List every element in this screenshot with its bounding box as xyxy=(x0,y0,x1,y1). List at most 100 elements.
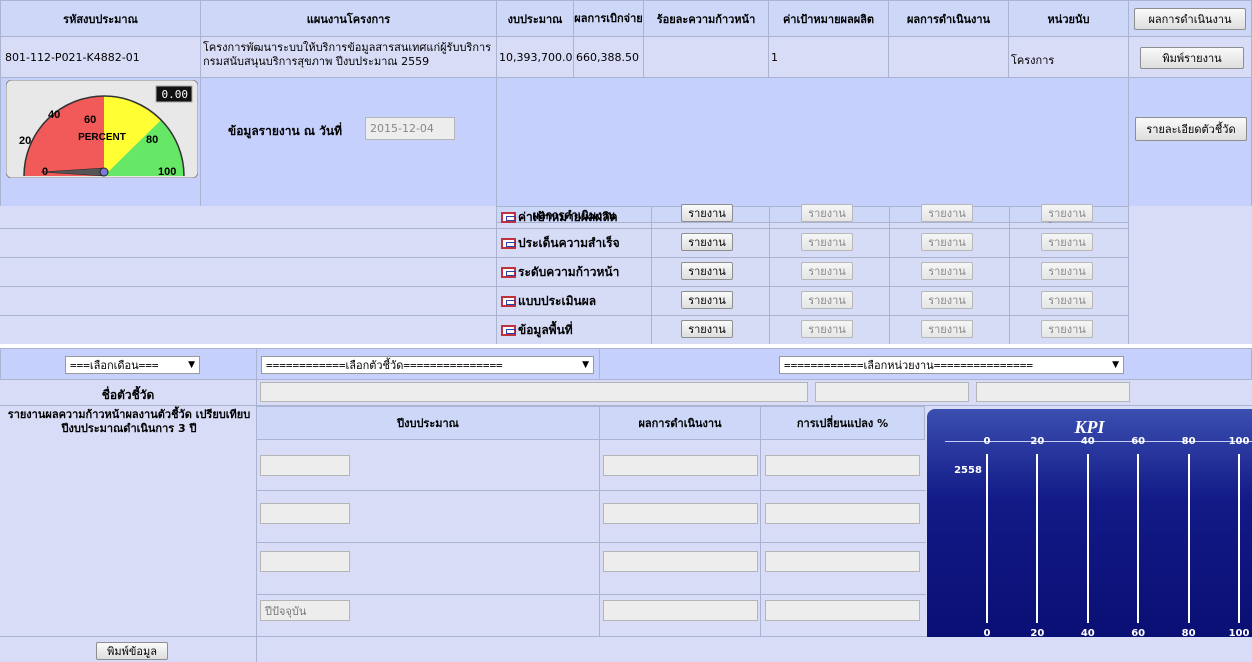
chevron-down-icon: ▼ xyxy=(188,360,195,370)
report-central-btn[interactable]: รายงาน xyxy=(681,320,733,338)
report-province-btn[interactable]: รายงาน xyxy=(801,320,853,338)
compare-label: รายงานผลความก้าวหน้าผลงานตัวชี้วัด เปรีย… xyxy=(7,408,251,435)
report-central-btn[interactable]: รายงาน xyxy=(681,233,733,251)
col-header-change: การเปลี่ยนแปลง % xyxy=(760,406,925,440)
row-cell-progress xyxy=(643,36,769,78)
matrix-row-label: ระดับความก้าวหน้า xyxy=(518,264,620,279)
gauge-label: PERCENT xyxy=(78,132,126,143)
link-evaluation-form[interactable]: แบบประเมินผล xyxy=(501,291,596,311)
report-center-btn[interactable]: รายงาน xyxy=(1041,320,1093,338)
indicator-name-label: ชื่อตัวชี้วัด xyxy=(101,388,155,402)
matrix-row-label: ประเด็นความสำเร็จ xyxy=(518,235,620,250)
change-input-2[interactable] xyxy=(765,503,920,524)
matrix-row-label: แบบประเมินผล xyxy=(518,293,597,308)
month-select[interactable]: ===เลือกเดือน=== ▼ xyxy=(65,356,200,374)
kpi-chart: KPI 0 0 20 20 40 40 60 60 80 80 100 100 2558 xyxy=(927,409,1252,637)
unit-select-value: ============เลือกหน่วยงาน=============== xyxy=(784,359,1034,372)
progress-gauge: 0.00 0 20 40 60 80 100 PERCENT xyxy=(5,79,199,179)
col-header-performance: ผลการดำเนินงาน xyxy=(599,406,761,440)
kpi-tick-label: 100 xyxy=(1228,436,1250,447)
year-input-current[interactable]: ปีปัจจุบัน xyxy=(260,600,350,621)
gauge-tick-40: 40 xyxy=(48,109,60,121)
link-success-criteria[interactable]: ประเด็นความสำเร็จ xyxy=(501,233,620,253)
kpi-tick-label: 80 xyxy=(1181,628,1196,637)
indicator-select-value: ============เลือกตัวชี้วัด==============… xyxy=(266,359,503,372)
gauge-tick-20: 20 xyxy=(19,135,31,147)
report-central-btn[interactable]: รายงาน xyxy=(681,204,733,222)
month-select-value: ===เลือกเดือน=== xyxy=(70,359,159,372)
row-cell-target xyxy=(768,36,889,78)
indicator-select[interactable]: ============เลือกตัวชี้วัด==============… xyxy=(261,356,594,374)
kpi-grid-line xyxy=(1137,454,1140,623)
kpi-tick-label: 20 xyxy=(1030,436,1045,447)
indicator-unit-field[interactable] xyxy=(976,382,1130,402)
row-cell-result xyxy=(888,36,1009,78)
performance-input-1[interactable] xyxy=(603,455,758,476)
report-district-btn[interactable]: รายงาน xyxy=(921,291,973,309)
unit-select[interactable]: ============เลือกหน่วยงาน===============… xyxy=(779,356,1124,374)
change-input-current[interactable] xyxy=(765,600,920,621)
project-table: รหัสงบประมาณ แผนงานโครงการ งบประมาณ ผลกา… xyxy=(0,0,1252,344)
kpi-tick-label: 60 xyxy=(1131,436,1146,447)
kpi-tick-label: 0 xyxy=(983,436,991,447)
link-output-target[interactable]: ค่าเป้าหมายผลผลิต xyxy=(501,207,617,227)
year-input-1[interactable] xyxy=(260,455,350,476)
report-central-btn[interactable]: รายงาน xyxy=(681,262,733,280)
results-button[interactable]: ผลการดำเนินงาน xyxy=(1134,8,1246,30)
col-header-progress: ร้อยละความก้าวหน้า xyxy=(643,0,769,37)
report-center-btn[interactable]: รายงาน xyxy=(1041,262,1093,280)
col-header-year: ปีงบประมาณ xyxy=(256,406,600,440)
indicator-code-field[interactable] xyxy=(815,382,969,402)
report-province-btn[interactable]: รายงาน xyxy=(801,262,853,280)
performance-input-2[interactable] xyxy=(603,503,758,524)
project-budget: 10,393,700.00 xyxy=(499,51,580,64)
print-data-button[interactable]: พิมพ์ข้อมูล xyxy=(96,642,168,660)
report-district-btn[interactable]: รายงาน xyxy=(921,233,973,251)
kpi-category-label: 2558 xyxy=(954,465,982,476)
link-progress-level[interactable]: ระดับความก้าวหน้า xyxy=(501,262,619,282)
project-disbursed: 660,388.50 xyxy=(576,51,639,64)
change-input-1[interactable] xyxy=(765,455,920,476)
indicator-detail-button[interactable]: รายละเอียดตัวชี้วัด xyxy=(1135,117,1247,141)
col-header-budget: งบประมาณ xyxy=(496,0,574,37)
project-code: 801-112-P021-K4882-01 xyxy=(5,51,140,64)
report-district-btn[interactable]: รายงาน xyxy=(921,262,973,280)
report-center-btn[interactable]: รายงาน xyxy=(1041,291,1093,309)
col-header-plan: แผนงานโครงการ xyxy=(200,0,497,37)
kpi-tick-label: 40 xyxy=(1080,628,1095,637)
report-center-btn[interactable]: รายงาน xyxy=(1041,204,1093,222)
report-date-input[interactable]: 2015-12-04 xyxy=(365,117,455,140)
performance-input-current[interactable] xyxy=(603,600,758,621)
performance-input-3[interactable] xyxy=(603,551,758,572)
report-center-btn[interactable]: รายงาน xyxy=(1041,233,1093,251)
indicator-name-field[interactable] xyxy=(260,382,808,402)
link-area-data[interactable]: ข้อมูลพื้นที่ xyxy=(501,320,573,340)
project-target: 1 xyxy=(771,51,778,64)
col-header-code: รหัสงบประมาณ xyxy=(0,0,201,37)
report-province-btn[interactable]: รายงาน xyxy=(801,204,853,222)
kpi-tick-label: 40 xyxy=(1080,436,1095,447)
col-header-result: ผลการดำเนินงาน xyxy=(888,0,1009,37)
report-province-btn[interactable]: รายงาน xyxy=(801,291,853,309)
report-district-btn[interactable]: รายงาน xyxy=(921,204,973,222)
report-province-btn[interactable]: รายงาน xyxy=(801,233,853,251)
change-input-3[interactable] xyxy=(765,551,920,572)
year-input-3[interactable] xyxy=(260,551,350,572)
report-icon xyxy=(501,295,516,307)
matrix-row-label: ค่าเป้าหมายผลผลิต xyxy=(518,209,618,224)
gauge-readout: 0.00 xyxy=(162,88,189,101)
col-header-unit: หน่วยนับ xyxy=(1008,0,1129,37)
col-header-target: ค่าเป้าหมายผลผลิต xyxy=(768,0,889,37)
current-year-placeholder: ปีปัจจุบัน xyxy=(265,604,307,618)
report-icon xyxy=(501,237,516,249)
report-district-btn[interactable]: รายงาน xyxy=(921,320,973,338)
gauge-tick-80: 80 xyxy=(146,134,158,146)
report-central-btn[interactable]: รายงาน xyxy=(681,291,733,309)
project-unit: โครงการ xyxy=(1011,54,1055,67)
kpi-grid-line xyxy=(1086,454,1089,623)
indicator-panel: ===เลือกเดือน=== ▼ ============เลือกตัวชี… xyxy=(0,348,1252,662)
matrix-row-label: ข้อมูลพื้นที่ xyxy=(518,322,573,337)
kpi-grid-line xyxy=(1036,454,1039,623)
print-report-button[interactable]: พิมพ์รายงาน xyxy=(1140,47,1244,69)
year-input-2[interactable] xyxy=(260,503,350,524)
